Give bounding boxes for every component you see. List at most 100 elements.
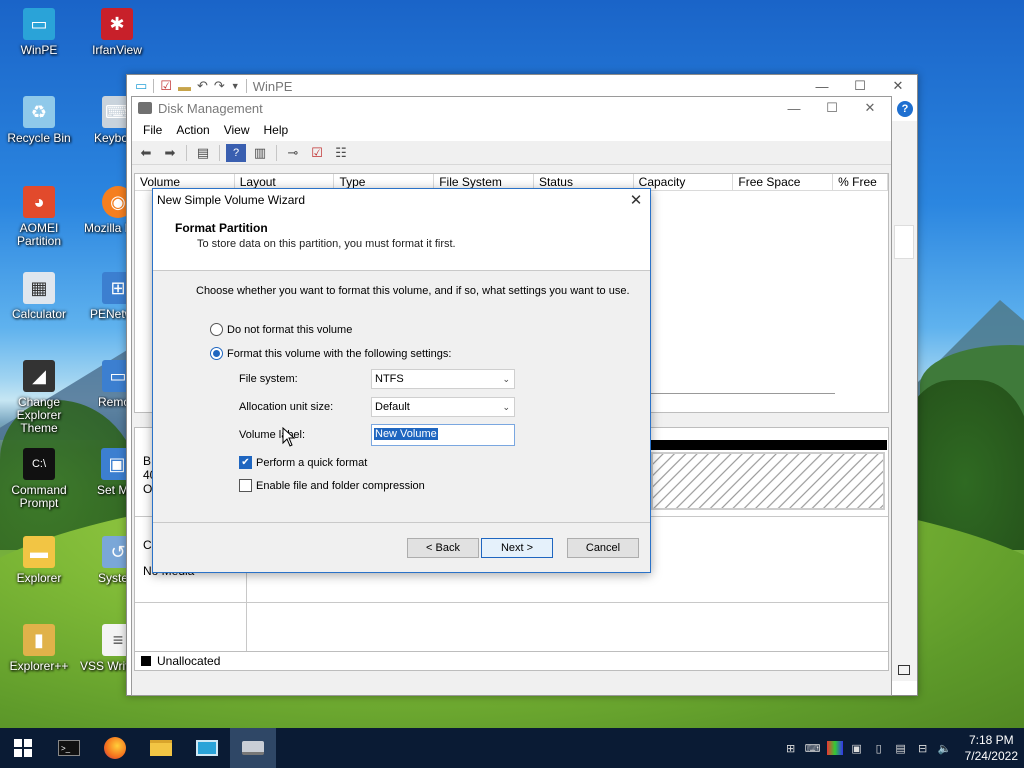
desktop-icon-keyboard[interactable]: ⌨ Keyboard Layout	[80, 96, 128, 158]
minimize-button[interactable]: —	[775, 97, 813, 119]
clock[interactable]: 7:18 PM 7/24/2022	[965, 732, 1018, 764]
monitor-icon: ▭	[135, 78, 148, 93]
separator	[186, 144, 187, 161]
network-icon: ⊞	[102, 272, 128, 304]
maximize-button[interactable]: ☐	[841, 75, 879, 97]
start-button[interactable]	[0, 728, 46, 768]
allocation-size-value: Default	[375, 401, 410, 413]
wizard-heading: Format Partition	[175, 221, 268, 235]
desktop-icon-explorer[interactable]: ▬ Explorer	[2, 536, 76, 585]
monitor-icon	[196, 740, 218, 756]
taskbar-disk-management[interactable]	[230, 728, 276, 768]
taskbar-command-prompt[interactable]: >_	[46, 728, 92, 768]
cancel-button[interactable]: Cancel	[567, 538, 639, 558]
separator	[135, 602, 888, 603]
desktop-icon-penetwork[interactable]: ⊞ PENetwork	[80, 272, 128, 321]
desktop-icon-label: System Recovery	[98, 572, 128, 585]
explorerpp-icon: ▮	[23, 624, 55, 656]
new-folder-icon[interactable]: ▬	[178, 79, 191, 94]
checkbox-unchecked[interactable]	[239, 479, 252, 492]
desktop-icon-label: Remote Desktop	[98, 396, 128, 409]
radio-do-not-format[interactable]: Do not format this volume	[210, 323, 352, 336]
desktop-icon-set-resolution[interactable]: ▣ Set Max Resolution	[80, 448, 128, 510]
column-free-space[interactable]: Free Space	[733, 174, 834, 190]
desktop-icon-label: Recycle Bin	[7, 131, 71, 145]
back-arrow-icon[interactable]: ⬅	[136, 144, 156, 162]
close-button[interactable]: ✕	[622, 189, 650, 211]
desktop-icon-irfanview[interactable]: ✱ IrfanView	[80, 8, 154, 57]
checkbox-label: Perform a quick format	[256, 456, 368, 469]
radio-button[interactable]	[210, 323, 223, 336]
clipboard-icon[interactable]: ▤	[893, 741, 909, 755]
connect-icon[interactable]: ⊸	[283, 144, 303, 162]
taskbar-explorer[interactable]	[138, 728, 184, 768]
desktop-icon-system-recovery[interactable]: ↺ System Recovery	[80, 536, 128, 598]
menu-view[interactable]: View	[217, 123, 257, 137]
volume-muted-icon[interactable]: 🔈	[937, 741, 953, 755]
radio-button-selected[interactable]	[210, 347, 223, 360]
compression-checkbox[interactable]: Enable file and folder compression	[239, 479, 425, 492]
desktop-icon-recycle-bin[interactable]: ♻ Recycle Bin	[2, 96, 76, 145]
calculator-icon: ▦	[23, 272, 55, 304]
forward-arrow-icon[interactable]: ➡	[160, 144, 180, 162]
quick-format-checkbox[interactable]: ✔ Perform a quick format	[239, 456, 367, 469]
help-icon[interactable]: ?	[897, 101, 913, 117]
quick-access-toolbar: ▭ ☑ ▬ ↶ ↷ ▼ WinPE	[127, 75, 917, 97]
close-button[interactable]: ✕	[879, 75, 917, 97]
properties-icon[interactable]: ☑	[160, 78, 172, 94]
mouse-cursor-icon	[282, 426, 296, 450]
cmd-icon: >_	[58, 740, 80, 756]
desktop-icon-calculator[interactable]: ▦ Calculator	[2, 272, 76, 321]
undo-icon[interactable]: ↶	[197, 78, 208, 94]
display-icon[interactable]: ▣	[849, 741, 865, 755]
usb-icon[interactable]: ▯	[871, 741, 887, 755]
desktop-icon-explorerpp[interactable]: ▮ Explorer++	[2, 624, 76, 673]
network-icon[interactable]: ⊞	[783, 741, 799, 755]
menu-file[interactable]: File	[136, 123, 169, 137]
radio-format-volume[interactable]: Format this volume with the following se…	[210, 347, 451, 360]
help-icon[interactable]: ?	[226, 143, 246, 162]
menu-help[interactable]: Help	[257, 123, 296, 137]
checkbox-checked[interactable]: ✔	[239, 456, 252, 469]
folder-icon: ▬	[23, 536, 55, 568]
check-icon[interactable]: ☑	[307, 144, 327, 162]
properties-icon[interactable]: ▥	[250, 144, 270, 162]
keyboard-icon[interactable]: ⌨	[805, 741, 821, 755]
back-button[interactable]: < Back	[407, 538, 479, 558]
chevron-down-icon[interactable]: ▼	[231, 81, 240, 91]
taskbar-firefox[interactable]	[92, 728, 138, 768]
list-icon[interactable]: ☷	[331, 144, 351, 162]
desktop-icon-winpe[interactable]: ▭ WinPE	[2, 8, 76, 57]
unallocated-partition[interactable]	[651, 452, 885, 510]
console-tree-icon[interactable]: ▤	[193, 144, 213, 162]
column-percent-free[interactable]: % Free	[833, 174, 888, 190]
desktop-icon-label: PENetwork	[90, 307, 128, 321]
desktop-icon-firefox[interactable]: ◉ Mozilla Firefox Quantum	[80, 186, 128, 248]
desktop-icon-command-prompt[interactable]: C:\ Command Prompt	[2, 448, 76, 510]
allocation-size-select[interactable]: Default ⌄	[371, 397, 515, 417]
minimize-button[interactable]: —	[803, 75, 841, 97]
file-system-select[interactable]: NTFS ⌄	[371, 369, 515, 389]
checkbox-label: Enable file and folder compression	[256, 479, 425, 492]
volume-label-input[interactable]: New Volume	[371, 424, 515, 446]
desktop-icon-label: Mozilla Firefox Quantum	[84, 222, 128, 235]
desktop-icon-remote-desktop[interactable]: ▭ Remote Desktop	[80, 360, 128, 422]
ethernet-icon[interactable]: ⊟	[915, 741, 931, 755]
desktop-icon-label: Explorer++	[9, 659, 69, 673]
view-icon[interactable]	[898, 665, 910, 675]
taskbar-winpe[interactable]	[184, 728, 230, 768]
close-button[interactable]: ✕	[851, 97, 889, 119]
horizontal-scrollbar[interactable]	[635, 393, 835, 394]
radio-label: Format this volume with the following se…	[227, 347, 452, 360]
color-icon[interactable]	[826, 741, 843, 755]
next-button[interactable]: Next >	[481, 538, 553, 558]
desktop-icon-vss-writer[interactable]: ≡ VSS Writer	[80, 624, 128, 673]
menu-action[interactable]: Action	[169, 123, 216, 137]
desktop-icon-change-theme[interactable]: ◢ Change Explorer Theme	[2, 360, 76, 435]
toolbar: ⬅ ➡ ▤ ? ▥ ⊸ ☑ ☷	[132, 141, 891, 165]
redo-icon[interactable]: ↷	[214, 78, 225, 94]
desktop-icon-aomei[interactable]: ◕ AOMEI Partition	[2, 186, 76, 248]
dialog-title: New Simple Volume Wizard	[157, 193, 306, 207]
theme-icon: ◢	[23, 360, 55, 392]
maximize-button[interactable]: ☐	[813, 97, 851, 119]
